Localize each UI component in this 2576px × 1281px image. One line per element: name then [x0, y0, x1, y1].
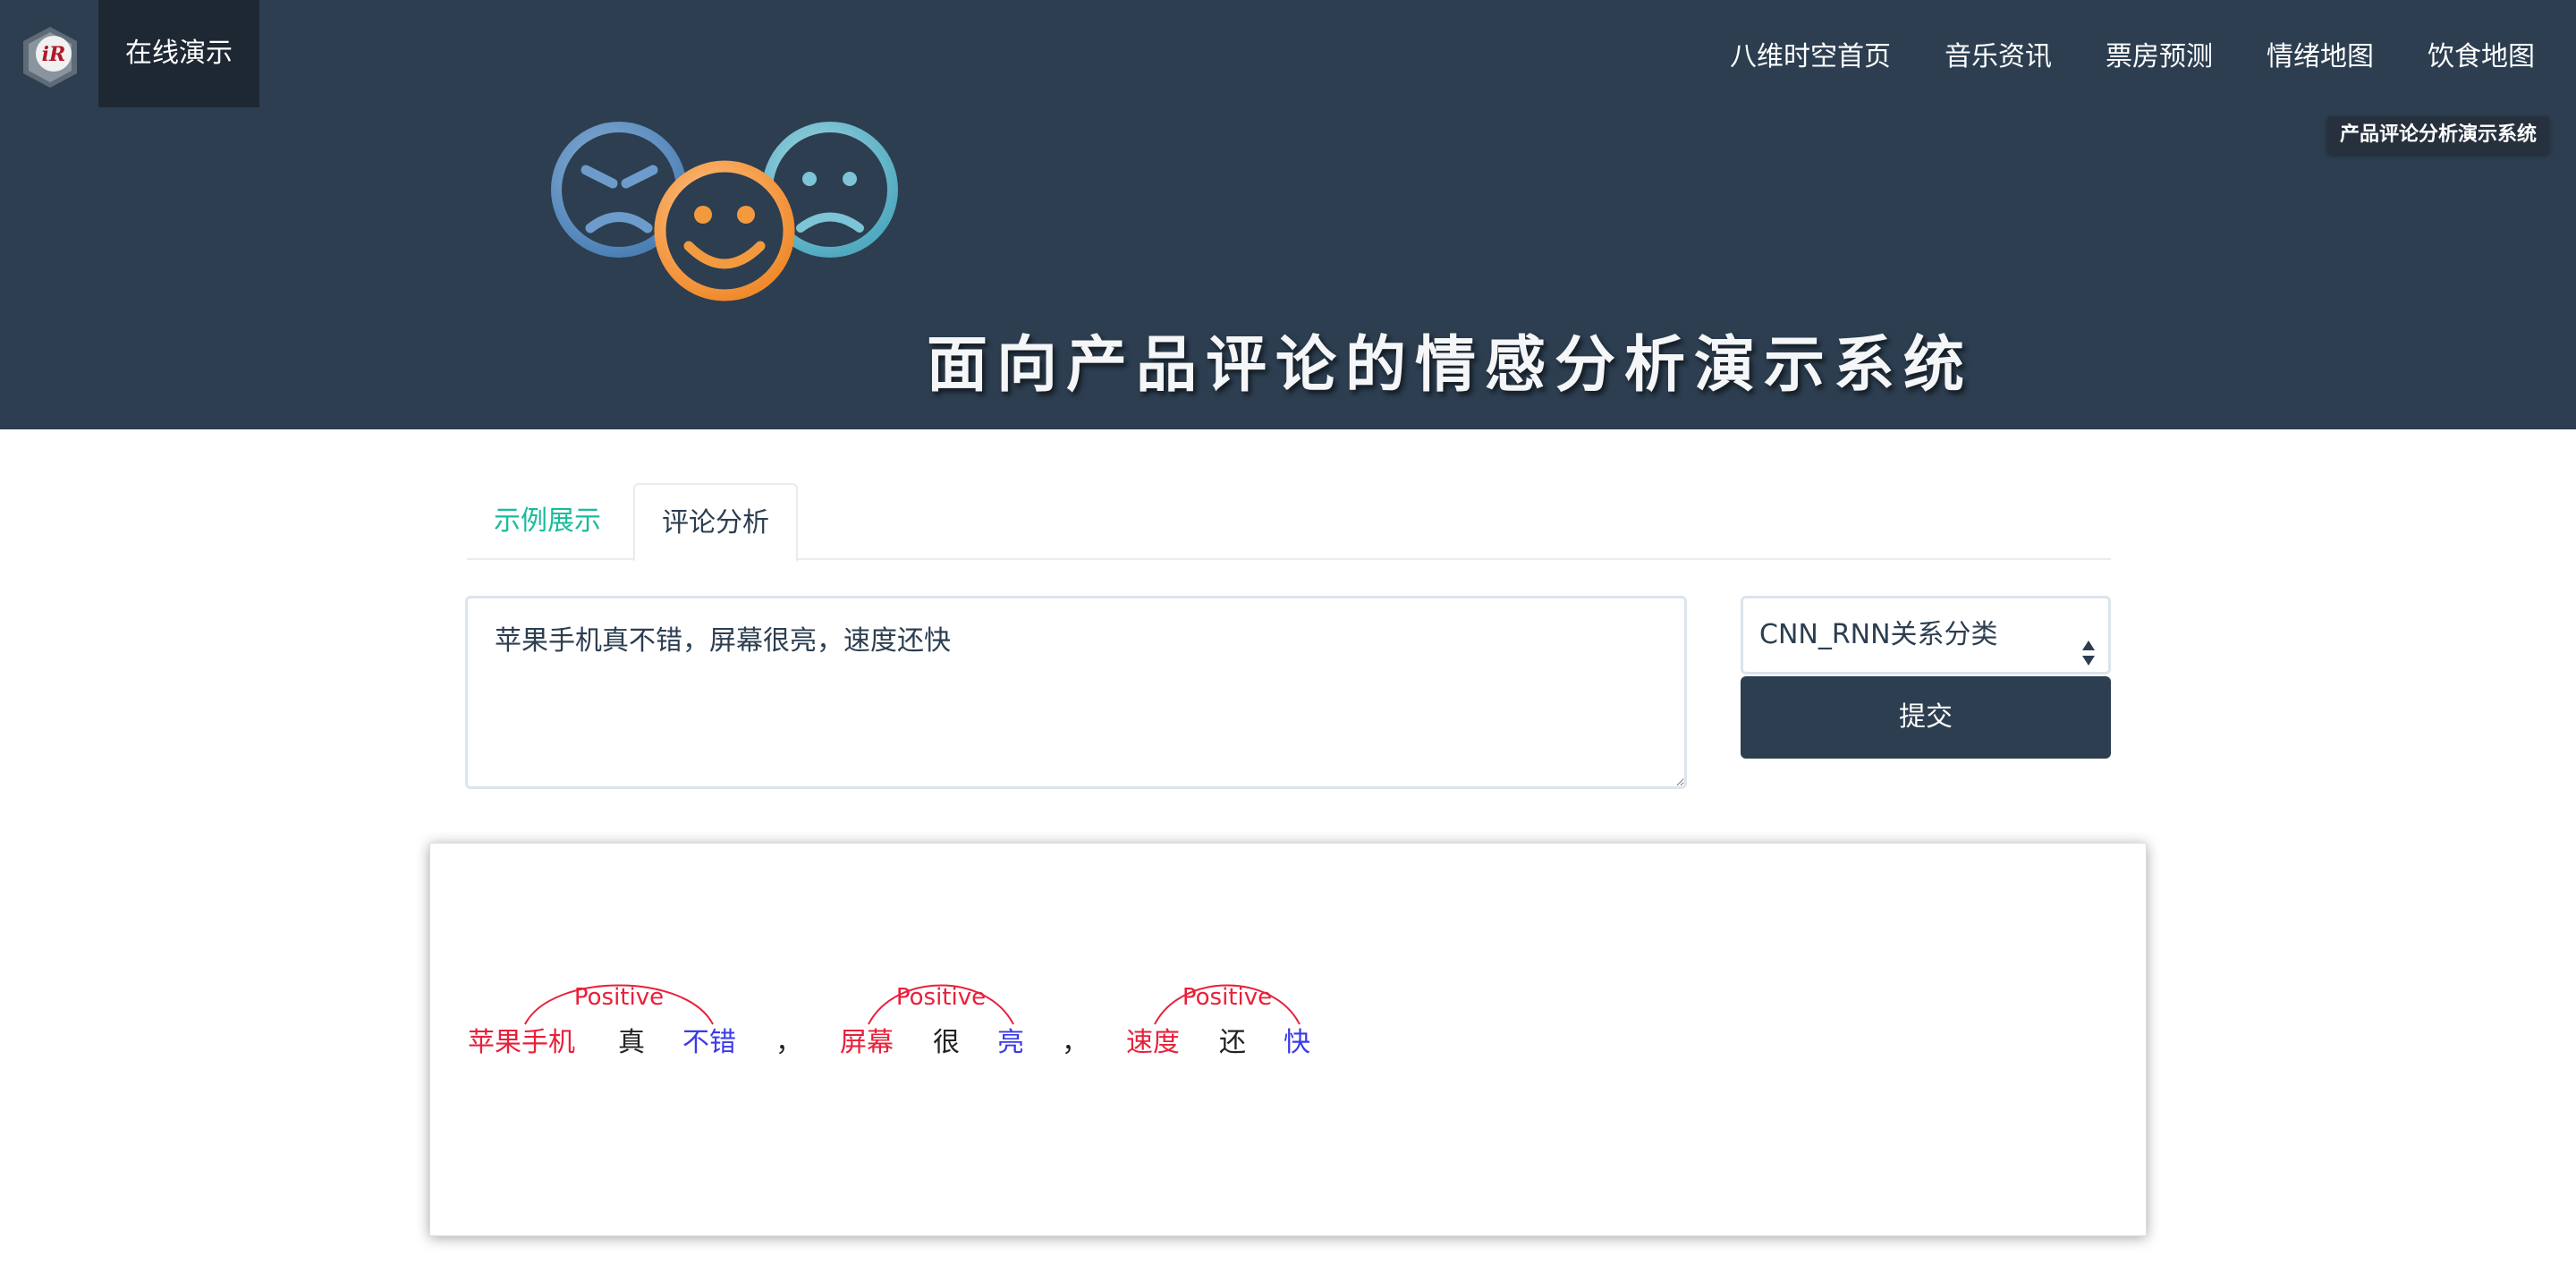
- brand-online-demo-link[interactable]: 在线演示: [98, 0, 259, 107]
- ir-lab-logo-icon[interactable]: iR: [16, 23, 84, 91]
- aspect-token: 屏幕: [840, 1027, 894, 1058]
- opinion-token: 亮: [997, 1027, 1024, 1058]
- opinion-token: 不错: [682, 1027, 736, 1058]
- model-select[interactable]: CNN_RNN关系分类: [1741, 596, 2111, 674]
- aspect-token: 速度: [1126, 1027, 1180, 1058]
- punctuation-token: ，: [775, 1027, 802, 1058]
- tab-examples[interactable]: 示例展示: [467, 483, 628, 560]
- opinion-token: 快: [1284, 1027, 1310, 1058]
- tab-bar: 示例展示 评论分析: [467, 483, 2111, 562]
- token: 真: [618, 1027, 645, 1058]
- nav-item-homepage[interactable]: 八维时空首页: [1703, 34, 1918, 73]
- token: 很: [933, 1027, 960, 1058]
- relation-label: Positive: [1182, 984, 1272, 1011]
- nav-item-food-map[interactable]: 饮食地图: [2401, 34, 2535, 73]
- relation-label: Positive: [896, 984, 986, 1011]
- punctuation-token: ，: [1062, 1027, 1089, 1058]
- page-title: 面向产品评论的情感分析演示系统: [927, 329, 1974, 401]
- svg-text:iR: iR: [42, 43, 66, 66]
- nav-item-music-news[interactable]: 音乐资讯: [1918, 34, 2079, 73]
- header-banner: iR 在线演示 八维时空首页 音乐资讯 票房预测 情绪地图 饮食地图 产品评论分…: [0, 0, 2576, 429]
- relation-label: Positive: [574, 984, 664, 1011]
- review-text-input[interactable]: [465, 596, 1687, 789]
- emotion-faces-icon: [546, 116, 903, 313]
- analysis-result-panel: 苹果手机 真 不错 ， 屏幕 很 亮 ， 速度 还 快 Positive Positive Positiv…: [429, 843, 2147, 1236]
- nav-item-emotion-map[interactable]: 情绪地图: [2240, 34, 2401, 73]
- nav-item-box-office[interactable]: 票房预测: [2079, 34, 2240, 73]
- main-nav: 八维时空首页 音乐资讯 票房预测 情绪地图 饮食地图: [1703, 0, 2535, 107]
- select-arrows-icon: [2081, 622, 2096, 666]
- tab-review-analysis[interactable]: 评论分析: [633, 483, 798, 562]
- model-select-value: CNN_RNN关系分类: [1759, 619, 1998, 650]
- token: 还: [1219, 1027, 1246, 1058]
- aspect-token: 苹果手机: [468, 1027, 575, 1058]
- relation-visualization: 苹果手机 真 不错 ， 屏幕 很 亮 ， 速度 还 快 Positive Positive Positiv…: [468, 984, 1310, 1058]
- submit-button[interactable]: 提交: [1741, 676, 2111, 759]
- system-name-badge: 产品评论分析演示系统: [2326, 116, 2549, 154]
